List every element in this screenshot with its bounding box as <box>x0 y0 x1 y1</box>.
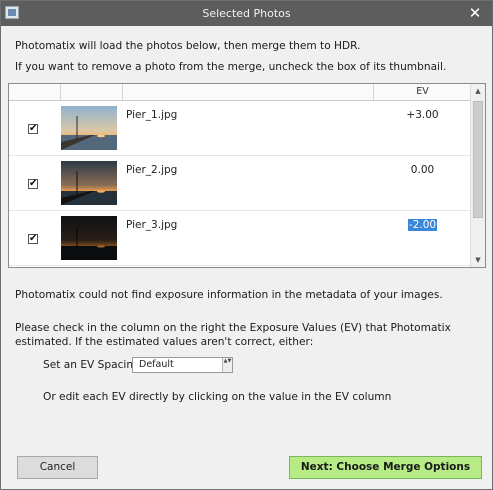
photo-filename: Pier_3.jpg <box>126 219 178 231</box>
intro-line-1: Photomatix will load the photos below, t… <box>15 40 361 52</box>
photo-row: ✔ <box>9 157 471 211</box>
ev-value-text-selected[interactable]: -2.00 <box>407 219 438 231</box>
photo-thumbnail <box>61 216 117 260</box>
no-exposure-message: Photomatix could not find exposure infor… <box>15 289 443 301</box>
include-checkbox[interactable]: ✔ <box>28 234 38 244</box>
spinner-arrows-icon[interactable]: ▲▼ <box>222 358 232 372</box>
check-instructions-line-2: estimated. If the estimated values aren'… <box>15 336 314 348</box>
ev-spacing-select[interactable]: Default ▲▼ <box>132 357 233 373</box>
photo-row: ✔ Pier_3.jpg -2.00 <box>9 212 471 266</box>
title-bar[interactable]: Selected Photos ✕ <box>1 1 492 26</box>
include-checkbox[interactable]: ✔ <box>28 124 38 134</box>
photo-filename: Pier_2.jpg <box>126 164 178 176</box>
header-thumb-column <box>61 84 123 100</box>
scroll-down-icon[interactable]: ▼ <box>471 253 485 267</box>
close-icon[interactable]: ✕ <box>467 4 483 22</box>
intro-line-2: If you want to remove a photo from the m… <box>15 61 447 73</box>
ev-spacing-value: Default <box>139 359 174 370</box>
scroll-up-icon[interactable]: ▲ <box>471 84 485 98</box>
window-title: Selected Photos <box>202 7 291 20</box>
cancel-button[interactable]: Cancel <box>17 456 98 479</box>
list-header: EV <box>9 84 485 101</box>
photo-thumbnail <box>61 161 117 205</box>
photo-list[interactable]: EV ✔ Pier_1.jpg +3.00 ✔ Pier_2.jpg 0.00 … <box>8 83 486 268</box>
ev-value[interactable]: 0.00 <box>374 164 471 176</box>
ev-value-text[interactable]: 0.00 <box>411 164 434 176</box>
header-name-column <box>123 84 374 100</box>
ev-value[interactable]: -2.00 <box>374 219 471 231</box>
ev-column-header: EV <box>416 86 429 97</box>
ev-value-text[interactable]: +3.00 <box>406 109 438 121</box>
photo-thumbnail <box>61 106 117 150</box>
ev-spacing-label: Set an EV Spacing: <box>43 359 144 371</box>
photo-row: ✔ <box>9 102 471 156</box>
photo-filename: Pier_1.jpg <box>126 109 178 121</box>
next-choose-merge-options-button[interactable]: Next: Choose Merge Options <box>289 456 482 479</box>
header-check-column <box>9 84 61 100</box>
edit-ev-hint: Or edit each EV directly by clicking on … <box>43 391 392 403</box>
include-checkbox[interactable]: ✔ <box>28 179 38 189</box>
scrollbar-thumb[interactable] <box>473 101 483 218</box>
check-instructions-line-1: Please check in the column on the right … <box>15 322 451 334</box>
selected-photos-dialog: Selected Photos ✕ Photomatix will load t… <box>0 0 493 490</box>
vertical-scrollbar[interactable]: ▲ ▼ <box>470 84 485 267</box>
ev-value[interactable]: +3.00 <box>374 109 471 121</box>
